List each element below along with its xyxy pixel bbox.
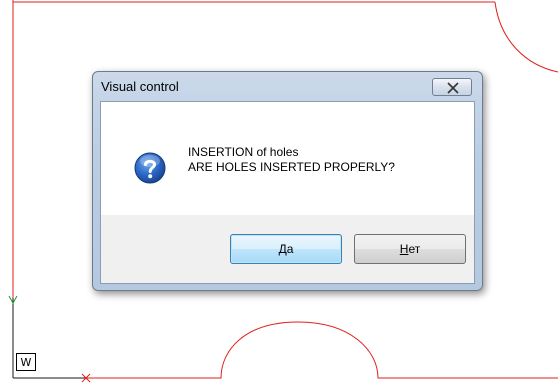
yes-button-label: Да	[278, 242, 294, 256]
yes-button[interactable]: Да	[230, 234, 342, 264]
question-icon	[134, 152, 166, 184]
message-line-2: ARE HOLES INSERTED PROPERLY?	[188, 160, 395, 174]
dialog-title: Visual control	[101, 79, 179, 94]
part-outline-bottom	[13, 321, 558, 379]
no-button[interactable]: Нет	[354, 234, 466, 264]
message-text: INSERTION of holes ARE HOLES INSERTED PR…	[188, 145, 395, 175]
close-x-icon	[447, 82, 459, 94]
close-button[interactable]	[432, 78, 472, 96]
part-outline-top-right-arc	[494, 1, 558, 73]
visual-control-dialog: Visual control INSERTION of holes ARE HO…	[92, 71, 483, 291]
no-button-label: ет	[408, 242, 421, 256]
ucs-label: W	[16, 353, 36, 371]
dialog-client-area: INSERTION of holes ARE HOLES INSERTED PR…	[100, 101, 475, 284]
message-line-1: INSERTION of holes	[188, 145, 299, 159]
